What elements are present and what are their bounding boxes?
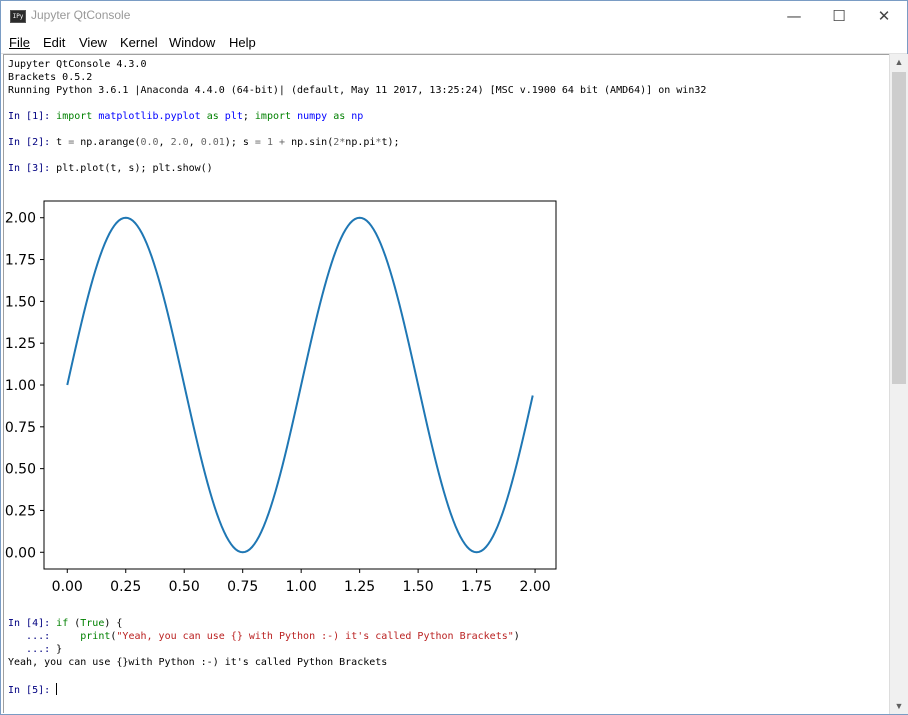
continuation-prompt: ...: (8, 631, 57, 642)
x-tick-label: 0.75 (227, 579, 258, 595)
jupyter-app-icon: IPy (10, 10, 26, 23)
close-icon: ✕ (877, 7, 891, 25)
cell-3: In [3]: plt.plot(t, s); plt.show() (8, 163, 213, 174)
x-tick-label: 0.00 (52, 579, 83, 595)
y-tick-label: 2.00 (5, 211, 36, 227)
menu-help[interactable]: Help (229, 35, 256, 50)
close-button[interactable]: ✕ (861, 1, 907, 31)
menu-file[interactable]: File (9, 35, 30, 50)
qtconsole-window: IPy Jupyter QtConsole — ☐ ✕ File Edit Vi… (0, 0, 908, 715)
x-tick-label: 0.25 (110, 579, 141, 595)
cell-3-code: plt.plot(t, s); plt.show() (56, 163, 213, 174)
input-prompt: In [3]: (8, 163, 57, 174)
y-tick-label: 0.25 (5, 503, 36, 519)
x-tick-label: 0.50 (169, 579, 200, 595)
cell-4-code-2: print("Yeah, you can use {} with Python … (80, 631, 520, 642)
x-tick-label: 2.00 (519, 579, 550, 595)
title-bar[interactable]: IPy Jupyter QtConsole — ☐ ✕ (1, 1, 907, 31)
maximize-icon: ☐ (832, 7, 846, 25)
cell-4-line-3: ...: } (8, 644, 62, 655)
axes-frame (43, 200, 557, 570)
window-title: Jupyter QtConsole (31, 8, 131, 22)
console-output[interactable]: Jupyter QtConsole 4.3.0 Brackets 0.5.2 R… (3, 54, 889, 713)
vertical-scrollbar[interactable]: ▲ ▼ (889, 54, 908, 714)
cell-2-code: t = np.arange(0.0, 2.0, 0.01); s = 1 + n… (56, 137, 400, 148)
input-prompt: In [1]: (8, 111, 57, 122)
cell-5[interactable]: In [5]: (8, 683, 58, 696)
y-tick-label: 1.75 (5, 253, 36, 269)
minimize-icon: — (786, 7, 802, 25)
y-tick-label: 1.50 (5, 294, 36, 310)
menu-bar: File Edit View Kernel Window Help (1, 31, 907, 53)
y-tick-label: 1.25 (5, 336, 36, 352)
scroll-down-icon[interactable]: ▼ (890, 698, 908, 714)
banner-version: Jupyter QtConsole 4.3.0 (8, 59, 147, 70)
cell-1-code: import matplotlib.pyplot as plt; import … (56, 111, 364, 122)
y-tick-label: 0.00 (5, 545, 36, 561)
input-prompt: In [5]: (8, 685, 57, 696)
input-prompt: In [4]: (8, 618, 57, 629)
x-tick-label: 1.25 (344, 579, 375, 595)
plot-figure: 0.00 0.25 0.50 0.75 1.00 1.25 1.50 1.75 2.00 0.00… (5, 200, 557, 595)
menu-kernel[interactable]: Kernel (120, 35, 158, 50)
cell-4-output: Yeah, you can use {}with Python :-) it's… (8, 657, 388, 668)
menu-view[interactable]: View (79, 35, 107, 50)
cell-4-line-1: In [4]: if (True) { (8, 618, 122, 629)
cell-4-line-2: ...: print("Yeah, you can use {} with Py… (8, 631, 520, 642)
text-cursor (56, 683, 58, 695)
y-tick-label: 0.50 (5, 462, 36, 478)
cell-4-code-1: if (True) { (56, 618, 123, 629)
cell-1: In [1]: import matplotlib.pyplot as plt;… (8, 111, 363, 122)
x-tick-label: 1.75 (461, 579, 492, 595)
scroll-up-icon[interactable]: ▲ (890, 54, 908, 70)
input-prompt: In [2]: (8, 137, 57, 148)
x-tick-label: 1.00 (286, 579, 317, 595)
x-tick-label: 1.50 (403, 579, 434, 595)
cell-4-code-3: } (56, 644, 63, 655)
minimize-button[interactable]: — (771, 1, 817, 31)
y-tick-label: 1.00 (5, 378, 36, 394)
menu-edit[interactable]: Edit (43, 35, 65, 50)
menu-window[interactable]: Window (169, 35, 215, 50)
series-line (66, 216, 534, 554)
y-tick-label: 0.75 (5, 420, 36, 436)
scrollbar-thumb[interactable] (892, 72, 906, 384)
cell-2: In [2]: t = np.arange(0.0, 2.0, 0.01); s… (8, 137, 400, 148)
banner-python: Running Python 3.6.1 |Anaconda 4.4.0 (64… (8, 85, 707, 96)
maximize-button[interactable]: ☐ (816, 1, 862, 31)
banner-brackets: Brackets 0.5.2 (8, 72, 93, 83)
continuation-prompt: ...: (8, 644, 57, 655)
